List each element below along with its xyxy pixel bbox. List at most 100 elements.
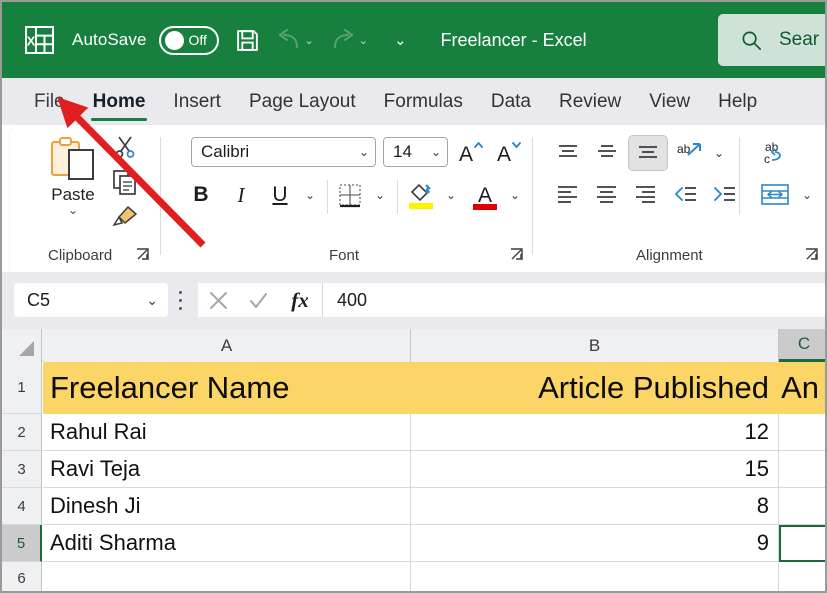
borders-button[interactable] [333,180,367,210]
autosave-toggle[interactable]: Off [158,25,219,55]
decrease-indent-button[interactable] [667,178,703,210]
align-center-button[interactable] [589,178,625,210]
name-box-chevron-down-icon[interactable]: ⌄ [146,292,158,309]
tab-formulas[interactable]: Formulas [370,78,477,125]
tab-home[interactable]: Home [79,78,160,125]
font-dialog-launcher-icon[interactable] [509,247,524,262]
cell-b2[interactable]: 12 [411,414,779,451]
cell-c4[interactable] [779,488,825,525]
more-options-icon[interactable] [178,291,182,310]
borders-icon [339,184,361,208]
row-header-2-label: 2 [17,423,26,441]
cut-button[interactable] [110,133,140,161]
cell-a5[interactable]: Aditi Sharma [43,525,411,562]
format-painter-button[interactable] [110,203,140,231]
cell-a3[interactable]: Ravi Teja [43,451,411,488]
tab-help[interactable]: Help [704,78,771,125]
tab-file[interactable]: File [20,78,79,125]
fill-color-chevron-down-icon[interactable]: ⌄ [440,183,462,207]
name-box[interactable]: C5 ⌄ [14,283,168,317]
text-orientation-button[interactable]: ab [672,137,708,169]
merge-and-center-button[interactable] [756,178,794,212]
increase-font-size-button[interactable]: A [455,137,487,167]
cancel-icon[interactable] [198,283,238,317]
row-header-3[interactable]: 3 [2,451,42,488]
redo-dropdown-chevron-down-icon[interactable]: ⌄ [359,34,368,47]
redo-icon[interactable] [330,28,356,52]
cell-b4[interactable]: 8 [411,488,779,525]
cell-c3[interactable] [779,451,825,488]
undo-dropdown-chevron-down-icon[interactable]: ⌄ [305,34,314,47]
ribbon: Paste ⌄ Clipboard Calibri ⌄ 14 ⌄ A A B I… [10,125,825,272]
font-name-combobox[interactable]: Calibri ⌄ [191,137,376,167]
cell-a2[interactable]: Rahul Rai [43,414,411,451]
align-left-button[interactable] [550,178,586,210]
cell-b5[interactable]: 9 [411,525,779,562]
align-bottom-button[interactable] [628,135,668,171]
cell-a4-text: Dinesh Ji [50,493,141,518]
formula-bar-value[interactable]: 400 [322,283,825,317]
underline-chevron-down-icon[interactable]: ⌄ [299,183,321,207]
increase-indent-button[interactable] [706,178,742,210]
align-middle-button[interactable] [589,137,625,169]
row-header-5[interactable]: 5 [2,525,42,562]
orientation-chevron-down-icon[interactable]: ⌄ [708,141,730,165]
cell-b6[interactable] [411,562,779,591]
underline-button[interactable]: U [266,180,294,210]
font-name-chevron-down-icon[interactable]: ⌄ [359,145,369,159]
font-group-label: Font [329,247,360,264]
cell-a6[interactable] [43,562,411,591]
borders-chevron-down-icon[interactable]: ⌄ [369,183,391,207]
search-box[interactable]: Sear [718,14,825,66]
merge-and-center-icon [761,184,789,205]
column-header-a[interactable]: A [43,329,411,362]
italic-button[interactable]: I [227,180,255,210]
cell-c2[interactable] [779,414,825,451]
fill-color-button[interactable] [404,178,438,212]
cell-c5[interactable] [779,525,825,562]
copy-button[interactable] [110,168,140,196]
cell-b1[interactable]: Article Published [411,362,779,414]
cell-c6[interactable] [779,562,825,591]
tab-data[interactable]: Data [477,78,545,125]
undo-icon[interactable] [276,28,302,52]
cell-b3[interactable]: 15 [411,451,779,488]
save-icon[interactable] [235,28,260,53]
paste-button[interactable]: Paste ⌄ [38,135,108,216]
merge-center-chevron-down-icon[interactable]: ⌄ [796,183,818,207]
align-center-icon [597,186,616,203]
tab-page-layout[interactable]: Page Layout [235,78,370,125]
select-all-corner-icon[interactable] [2,329,42,362]
align-top-button[interactable] [550,137,586,169]
tab-review[interactable]: Review [545,78,635,125]
clipboard-dialog-launcher-icon[interactable] [135,247,150,262]
align-right-button[interactable] [628,178,664,210]
font-color-chevron-down-icon[interactable]: ⌄ [504,183,526,207]
row-header-1[interactable]: 1 [2,362,42,414]
customize-quick-access-toolbar-chevron-down-icon[interactable]: ⌄ [394,31,407,49]
column-header-c[interactable]: C [779,329,825,362]
cell-a1[interactable]: Freelancer Name [43,362,411,414]
cell-a4[interactable]: Dinesh Ji [43,488,411,525]
cell-c1[interactable]: An [779,362,825,414]
paste-chevron-down-icon[interactable]: ⌄ [68,204,78,216]
confirm-icon[interactable] [238,283,278,317]
row-header-6[interactable]: 6 [2,562,42,591]
font-size-chevron-down-icon[interactable]: ⌄ [431,145,441,159]
column-header-a-label: A [220,335,233,355]
decrease-font-size-button[interactable]: A [493,137,525,167]
wrap-text-button[interactable]: ab c [756,135,794,171]
row-header-5-label: 5 [16,534,26,552]
font-color-button[interactable]: A [468,178,502,212]
bold-button[interactable]: B [187,180,215,210]
formula-input-area[interactable]: fx 400 [198,283,825,317]
row-header-4[interactable]: 4 [2,488,42,525]
font-size-combobox[interactable]: 14 ⌄ [383,137,448,167]
cell-a2-text: Rahul Rai [50,419,147,444]
alignment-dialog-launcher-icon[interactable] [804,247,819,262]
fx-icon[interactable]: fx [278,283,322,317]
tab-view[interactable]: View [635,78,704,125]
column-header-b[interactable]: B [411,329,779,362]
tab-insert[interactable]: Insert [159,78,235,125]
row-header-2[interactable]: 2 [2,414,42,451]
